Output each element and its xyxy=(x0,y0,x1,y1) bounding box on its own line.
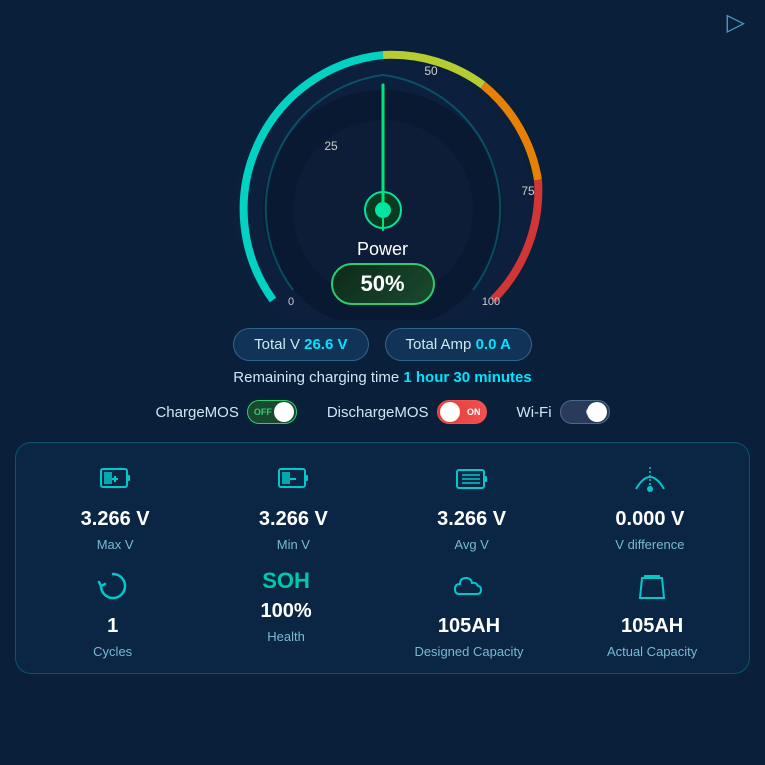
gauge-diff-icon xyxy=(632,461,668,502)
health-value: 100% xyxy=(260,600,311,623)
wifi-label: Wi-Fi xyxy=(517,404,552,421)
metrics-card: 3.266 V Max V 3.266 V Min V xyxy=(15,442,750,674)
avg-v-value: 3.266 V xyxy=(437,508,506,531)
remaining-label: Remaining charging time xyxy=(233,369,399,386)
battery-min-icon xyxy=(275,461,311,502)
dischargemost-toggle-label: ON xyxy=(467,407,481,417)
v-diff-label: V difference xyxy=(615,537,684,552)
chargemost-toggle-circle xyxy=(274,402,294,422)
play-icon[interactable]: ▷ xyxy=(727,8,745,37)
dischargemost-toggle-circle xyxy=(440,402,460,422)
total-v-label: Total V xyxy=(254,336,300,353)
cloud-icon xyxy=(451,568,487,609)
svg-text:50: 50 xyxy=(424,64,438,78)
svg-text:0: 0 xyxy=(287,296,293,308)
top-section: ▷ xyxy=(0,0,765,424)
total-amp-badge: Total Amp 0.0 A xyxy=(385,328,532,361)
health-label: Health xyxy=(267,629,305,644)
svg-text:100: 100 xyxy=(481,296,499,308)
designed-capacity-item: 105AH Designed Capacity xyxy=(414,568,523,659)
v-diff-item: 0.000 V V difference xyxy=(605,461,695,552)
cycles-icon xyxy=(95,568,131,609)
max-v-item: 3.266 V Max V xyxy=(70,461,160,552)
battery-max-icon xyxy=(97,461,133,502)
wifi-toggle-circle xyxy=(587,402,607,422)
actual-capacity-value: 105AH xyxy=(621,615,683,638)
total-v-badge: Total V 26.6 V xyxy=(233,328,368,361)
chargemost-toggle[interactable]: OFF xyxy=(247,400,297,424)
max-v-value: 3.266 V xyxy=(81,508,150,531)
avg-v-label: Avg V xyxy=(454,537,488,552)
gauge-percent-badge: 50% xyxy=(330,263,434,305)
max-v-label: Max V xyxy=(97,537,134,552)
svg-text:75: 75 xyxy=(521,184,535,198)
min-v-item: 3.266 V Min V xyxy=(248,461,338,552)
avg-v-item: 3.266 V Avg V xyxy=(427,461,517,552)
battery-avg-icon xyxy=(454,461,490,502)
actual-capacity-item: 105AH Actual Capacity xyxy=(607,568,697,659)
wifi-toggle[interactable]: OFF xyxy=(560,400,610,424)
dischargemost-toggle[interactable]: ON xyxy=(437,400,487,424)
min-v-label: Min V xyxy=(277,537,310,552)
chargemost-label: ChargeMOS xyxy=(155,404,238,421)
designed-capacity-label: Designed Capacity xyxy=(414,644,523,659)
stats-row: Total V 26.6 V Total Amp 0.0 A xyxy=(233,328,532,361)
soh-icon-label: SOH xyxy=(262,568,310,594)
designed-capacity-value: 105AH xyxy=(438,615,500,638)
total-v-value: 26.6 V xyxy=(304,336,347,353)
svg-text:25: 25 xyxy=(324,139,338,153)
gauge-container: 50 25 75 0 100 Power 50% xyxy=(183,20,583,320)
battery-actual-icon xyxy=(634,568,670,609)
total-amp-value: 0.0 A xyxy=(476,336,511,353)
actual-capacity-label: Actual Capacity xyxy=(607,644,697,659)
total-amp-label: Total Amp xyxy=(406,336,472,353)
remaining-time: Remaining charging time 1 hour 30 minute… xyxy=(233,369,531,386)
health-item: SOH 100% Health xyxy=(241,568,331,644)
metrics-row-1: 3.266 V Max V 3.266 V Min V xyxy=(26,461,739,552)
metrics-row-2: 1 Cycles SOH 100% Health 105AH Designed … xyxy=(26,568,739,659)
remaining-value: 1 hour 30 minutes xyxy=(403,369,531,386)
chargemost-toggle-label: OFF xyxy=(254,407,272,417)
dischargemost-label: DischargeMOS xyxy=(327,404,429,421)
cycles-value: 1 xyxy=(107,615,118,638)
cycles-label: Cycles xyxy=(93,644,132,659)
wifi-control: Wi-Fi OFF xyxy=(517,400,610,424)
mos-controls-row: ChargeMOS OFF DischargeMOS ON Wi-Fi OFF xyxy=(155,400,609,424)
dischargemost-control: DischargeMOS ON xyxy=(327,400,487,424)
min-v-value: 3.266 V xyxy=(259,508,328,531)
v-diff-value: 0.000 V xyxy=(615,508,684,531)
chargemost-control: ChargeMOS OFF xyxy=(155,400,296,424)
cycles-item: 1 Cycles xyxy=(68,568,158,659)
